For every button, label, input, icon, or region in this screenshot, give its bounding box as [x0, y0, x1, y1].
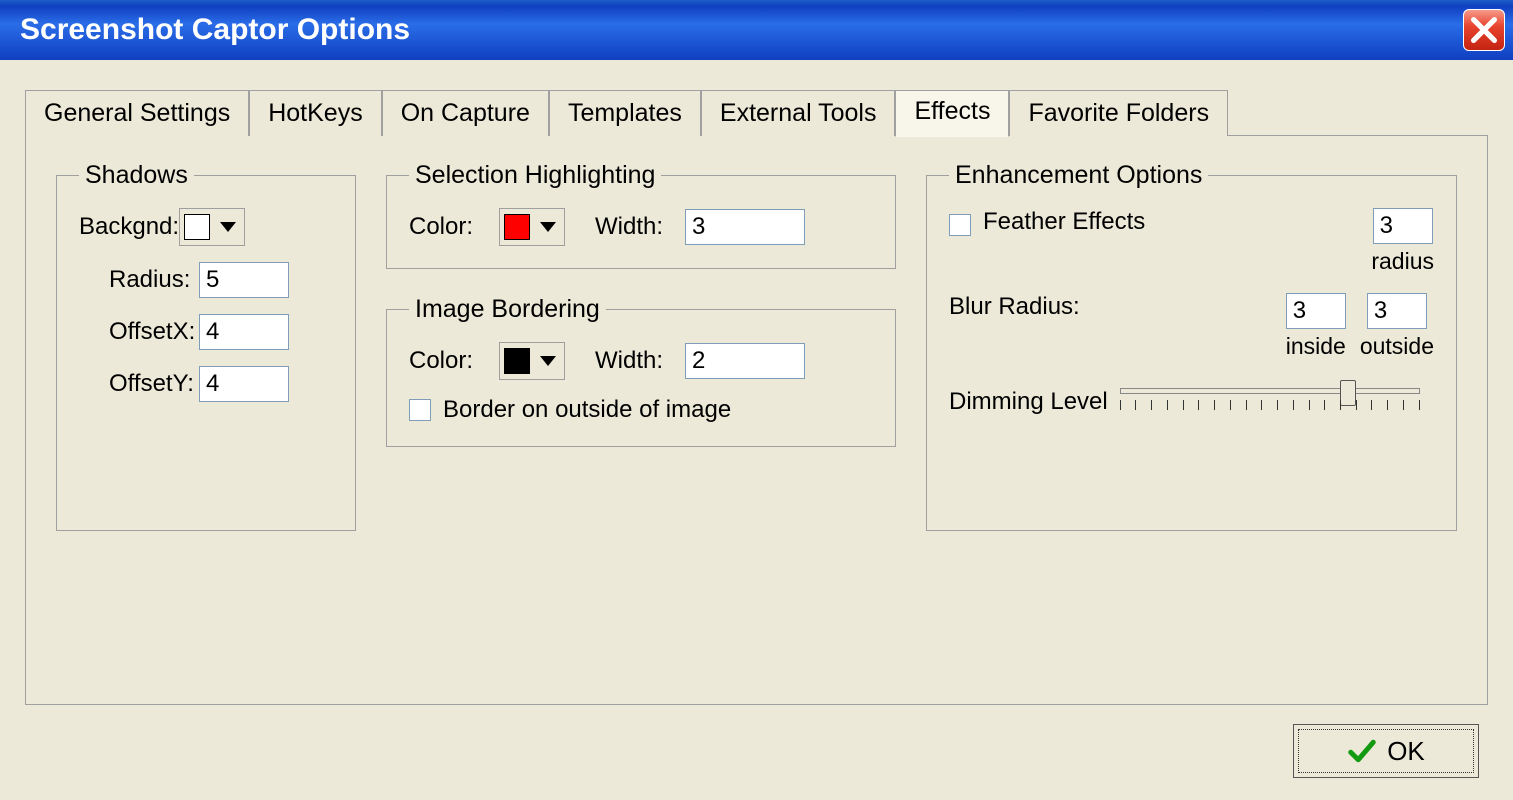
backgnd-color-swatch — [184, 214, 210, 240]
tab-page-effects: Shadows Backgnd: Radius: OffsetX: — [25, 135, 1488, 705]
checkmark-icon — [1347, 736, 1377, 766]
feather-radius-input[interactable] — [1373, 208, 1433, 244]
selection-color-label: Color: — [409, 213, 499, 241]
close-button[interactable] — [1463, 9, 1505, 51]
feather-checkbox[interactable] — [949, 214, 971, 236]
offsetx-input[interactable] — [199, 314, 289, 350]
selection-color-swatch — [504, 214, 530, 240]
blur-radius-label: Blur Radius: — [949, 293, 1286, 321]
enhancement-options-group: Enhancement Options Feather Effects radi… — [926, 161, 1457, 531]
blur-inside-label: inside — [1286, 333, 1346, 360]
title-bar: Screenshot Captor Options — [0, 0, 1513, 60]
dimming-slider[interactable] — [1120, 382, 1420, 422]
tab-strip: General Settings HotKeys On Capture Temp… — [25, 90, 1488, 136]
ok-button[interactable]: OK — [1293, 724, 1479, 778]
tab-general-settings[interactable]: General Settings — [25, 90, 249, 136]
tab-favorite-folders[interactable]: Favorite Folders — [1009, 90, 1228, 136]
border-color-swatch — [504, 348, 530, 374]
border-color-picker[interactable] — [499, 342, 565, 380]
border-legend: Image Bordering — [409, 295, 606, 324]
chevron-down-icon — [540, 222, 556, 232]
selection-width-input[interactable] — [685, 209, 805, 245]
border-outside-checkbox[interactable] — [409, 399, 431, 421]
image-bordering-group: Image Bordering Color: Width: Border on … — [386, 295, 896, 447]
blur-outside-input[interactable] — [1367, 293, 1427, 329]
selection-width-label: Width: — [595, 213, 685, 241]
backgnd-label: Backgnd: — [79, 213, 179, 241]
slider-ticks — [1120, 400, 1420, 414]
enhance-legend: Enhancement Options — [949, 161, 1208, 190]
tab-effects[interactable]: Effects — [895, 90, 1009, 137]
selection-color-picker[interactable] — [499, 208, 565, 246]
tab-templates[interactable]: Templates — [549, 90, 701, 136]
offsetx-label: OffsetX: — [109, 318, 199, 346]
chevron-down-icon — [540, 356, 556, 366]
close-icon — [1471, 17, 1497, 43]
shadows-legend: Shadows — [79, 161, 194, 190]
ok-label: OK — [1387, 736, 1425, 767]
blur-inside-input[interactable] — [1286, 293, 1346, 329]
window-title: Screenshot Captor Options — [20, 13, 410, 47]
feather-unit-label: radius — [1371, 248, 1434, 275]
slider-track — [1120, 388, 1420, 394]
radius-label: Radius: — [109, 266, 199, 294]
tab-on-capture[interactable]: On Capture — [382, 90, 549, 136]
dimming-level-label: Dimming Level — [949, 388, 1108, 416]
selection-highlight-group: Selection Highlighting Color: Width: — [386, 161, 896, 269]
feather-label: Feather Effects — [983, 208, 1371, 236]
selection-legend: Selection Highlighting — [409, 161, 661, 190]
shadows-group: Shadows Backgnd: Radius: OffsetX: — [56, 161, 356, 531]
chevron-down-icon — [220, 222, 236, 232]
border-color-label: Color: — [409, 347, 499, 375]
blur-outside-label: outside — [1360, 333, 1434, 360]
offsety-input[interactable] — [199, 366, 289, 402]
backgnd-color-picker[interactable] — [179, 208, 245, 246]
client-area: General Settings HotKeys On Capture Temp… — [0, 60, 1513, 800]
offsety-label: OffsetY: — [109, 370, 199, 398]
border-width-input[interactable] — [685, 343, 805, 379]
border-width-label: Width: — [595, 347, 685, 375]
tab-external-tools[interactable]: External Tools — [701, 90, 896, 136]
border-outside-label: Border on outside of image — [443, 396, 731, 424]
tab-hotkeys[interactable]: HotKeys — [249, 90, 381, 136]
radius-input[interactable] — [199, 262, 289, 298]
